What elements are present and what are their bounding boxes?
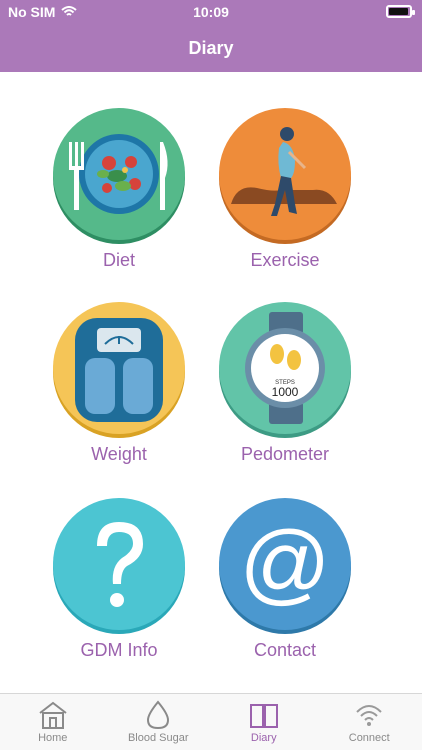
battery-icon (386, 5, 415, 18)
tab-connect-label: Connect (348, 732, 390, 744)
at-sign-icon: @ (217, 498, 353, 634)
tab-home[interactable]: Home (0, 694, 106, 750)
tab-blood-sugar[interactable]: Blood Sugar (106, 694, 212, 750)
drop-icon (147, 700, 170, 730)
tab-bar: Home Blood Sugar Diary Connect (0, 693, 422, 750)
steps-value: 1000 (272, 385, 299, 399)
diet-label: Diet (102, 250, 135, 270)
gdm-info-tile[interactable]: GDM Info (39, 498, 199, 661)
question-icon (51, 498, 187, 634)
exercise-label: Exercise (250, 250, 320, 270)
page-title: Diary (188, 38, 234, 58)
gdm-info-label: GDM Info (80, 640, 158, 660)
tab-connect[interactable]: Connect (317, 694, 422, 750)
contact-tile[interactable]: @ Contact (205, 498, 365, 661)
weight-label: Weight (91, 444, 147, 464)
wifi-icon (356, 705, 382, 726)
pedometer-label: Pedometer (240, 444, 330, 464)
exercise-icon (217, 108, 353, 244)
status-time: 10:09 (193, 4, 229, 20)
scale-icon (51, 302, 187, 438)
header-bar: No SIM 10:09 Diary (0, 0, 422, 72)
pedometer-icon: STEPS 1000 (217, 302, 353, 438)
diet-icon (51, 108, 187, 244)
tab-home-label: Home (38, 732, 68, 744)
svg-text:@: @ (239, 514, 330, 614)
tab-blood-sugar-label: Blood Sugar (127, 732, 189, 744)
book-icon (249, 704, 278, 728)
exercise-tile[interactable]: Exercise (205, 108, 365, 271)
home-icon (39, 701, 67, 729)
diet-tile[interactable]: Diet (39, 108, 199, 271)
tab-diary[interactable]: Diary (211, 694, 317, 750)
weight-tile[interactable]: Weight (39, 302, 199, 465)
pedometer-tile[interactable]: STEPS 1000 Pedometer (205, 302, 365, 465)
tab-diary-label: Diary (250, 732, 277, 744)
contact-label: Contact (253, 640, 317, 660)
status-bar: No SIM 10:09 (0, 0, 422, 26)
